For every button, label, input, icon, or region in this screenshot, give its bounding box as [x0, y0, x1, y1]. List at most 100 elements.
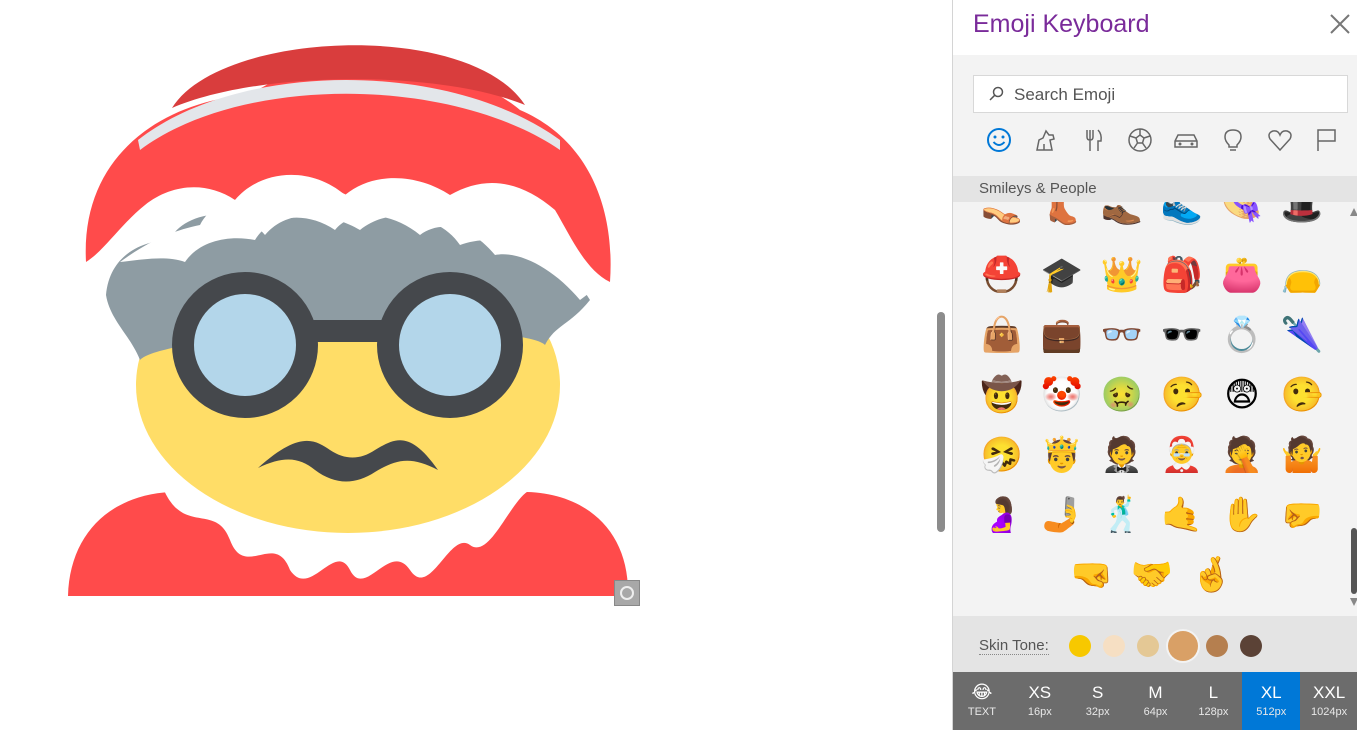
size-s-button[interactable]: S 32px — [1069, 672, 1127, 730]
emoji-cell[interactable]: 🤴 — [1037, 430, 1087, 480]
emoji-cell[interactable]: ⛑️ — [977, 250, 1027, 300]
mrs-claus-emoji-image[interactable] — [0, 0, 700, 620]
size-m-button[interactable]: M 64px — [1127, 672, 1185, 730]
emoji-cell[interactable]: 🤰 — [977, 490, 1027, 540]
skin-tone-swatch-medium-light[interactable] — [1137, 635, 1159, 657]
emoji-cell[interactable]: ✋ — [1217, 490, 1267, 540]
image-resize-handle[interactable] — [614, 580, 640, 606]
size-sub-label: 64px — [1143, 706, 1168, 718]
emoji-grid: 👡 👢 👞 👟 👒 🎩 ⛑️ 🎓 👑 🎒 👛 👝 👜 💼 👓 🕶️ 💍 🌂 🤠 — [973, 202, 1333, 616]
flag-icon — [1317, 129, 1336, 151]
panel-header: Emoji Keyboard — [953, 0, 1357, 55]
skin-tone-bar: Skin Tone: — [953, 616, 1357, 672]
size-xl-button[interactable]: XL 512px — [1242, 672, 1301, 730]
section-header: Smileys & People — [953, 176, 1357, 202]
skin-tone-swatch-dark[interactable] — [1240, 635, 1262, 657]
search-box[interactable] — [973, 75, 1348, 113]
emoji-cell[interactable]: 🤵 — [1097, 430, 1147, 480]
emoji-cell[interactable]: 🤦 — [1217, 430, 1267, 480]
emoji-cell[interactable]: 👟 — [1157, 202, 1207, 232]
skin-tone-swatch-light[interactable] — [1103, 635, 1125, 657]
emoji-cell[interactable]: 🤞 — [1187, 550, 1237, 600]
emoji-cell[interactable]: 🤝 — [1127, 550, 1177, 600]
size-label: XXL — [1313, 683, 1346, 702]
category-tabs — [983, 124, 1343, 158]
tab-travel[interactable] — [1170, 124, 1202, 156]
emoji-row: ⛑️ 🎓 👑 🎒 👛 👝 — [973, 250, 1333, 300]
emoji-cell[interactable]: 😨 — [1217, 370, 1267, 420]
size-label: M — [1148, 683, 1163, 702]
tab-symbols[interactable] — [1264, 124, 1296, 156]
soccer-ball-icon — [1127, 128, 1152, 152]
emoji-cell[interactable]: 🤙 — [1157, 490, 1207, 540]
grid-scroll-down-arrow[interactable] — [1350, 598, 1357, 606]
emoji-row: 👜 💼 👓 🕶️ 💍 🌂 — [973, 310, 1333, 360]
size-sub-label: 32px — [1085, 706, 1110, 718]
emoji-cell[interactable]: 🤛 — [1277, 490, 1327, 540]
emoji-row: 🤧 🤴 🤵 🤶 🤦 🤷 — [973, 430, 1333, 480]
emoji-cell[interactable]: 🤧 — [977, 430, 1027, 480]
size-sub-label: 128px — [1198, 706, 1229, 718]
size-text-button[interactable]: 😂 TEXT — [953, 672, 1011, 730]
emoji-cell[interactable]: 👡 — [977, 202, 1027, 232]
emoji-cell[interactable]: 🤡 — [1037, 370, 1087, 420]
grid-scrollbar-thumb[interactable] — [1351, 528, 1357, 594]
size-sub-label: TEXT — [967, 706, 996, 718]
tab-animals[interactable] — [1030, 124, 1062, 156]
skin-tone-swatch-medium-dark[interactable] — [1206, 635, 1228, 657]
tab-food[interactable] — [1077, 124, 1109, 156]
emoji-row: 🤠 🤡 🤢 🤥 😨 🤥 — [973, 370, 1333, 420]
emoji-cell[interactable]: 🤢 — [1097, 370, 1147, 420]
emoji-cell[interactable]: 🎒 — [1157, 250, 1207, 300]
laughing-emoji-icon: 😂 — [971, 682, 993, 703]
size-xs-button[interactable]: XS 16px — [1011, 672, 1069, 730]
grid-scroll-up-arrow[interactable] — [1350, 208, 1357, 216]
emoji-cell[interactable]: 🎓 — [1037, 250, 1087, 300]
emoji-cell[interactable]: 👛 — [1217, 250, 1267, 300]
tab-objects[interactable] — [1217, 124, 1249, 156]
smiley-icon — [987, 128, 1011, 152]
size-l-button[interactable]: L 128px — [1184, 672, 1242, 730]
emoji-cell[interactable]: 👢 — [1037, 202, 1087, 232]
emoji-cell[interactable]: 💍 — [1217, 310, 1267, 360]
emoji-cell[interactable]: 💼 — [1037, 310, 1087, 360]
emoji-cell[interactable]: 🌂 — [1277, 310, 1327, 360]
skin-tone-swatch-medium[interactable] — [1168, 631, 1198, 661]
search-icon — [989, 86, 1004, 101]
emoji-cell[interactable]: 👒 — [1217, 202, 1267, 232]
emoji-cell[interactable]: 👓 — [1097, 310, 1147, 360]
emoji-cell[interactable]: 🤳 — [1037, 490, 1087, 540]
emoji-cell[interactable]: 🤠 — [977, 370, 1027, 420]
close-button[interactable] — [1326, 10, 1354, 38]
canvas-scrollbar[interactable] — [937, 312, 945, 532]
emoji-row: 👡 👢 👞 👟 👒 🎩 — [973, 202, 1333, 232]
fork-knife-icon — [1085, 129, 1102, 151]
emoji-cell[interactable]: 🤶 — [1157, 430, 1207, 480]
skin-tone-label: Skin Tone: — [979, 637, 1049, 655]
emoji-cell[interactable]: 🤥 — [1157, 370, 1207, 420]
emoji-keyboard-panel: Emoji Keyboard Search Emoji Smileys & Pe… — [952, 0, 1357, 730]
emoji-cell[interactable]: 👑 — [1097, 250, 1147, 300]
emoji-cell[interactable]: 🤷 — [1277, 430, 1327, 480]
emoji-cell[interactable]: 🕺 — [1097, 490, 1147, 540]
tab-flags[interactable] — [1311, 124, 1343, 156]
skin-tone-swatch-default[interactable] — [1069, 635, 1091, 657]
emoji-cell[interactable]: 🕶️ — [1157, 310, 1207, 360]
right-lens — [377, 272, 523, 418]
tab-activity[interactable] — [1124, 124, 1156, 156]
emoji-cell[interactable]: 👞 — [1097, 202, 1147, 232]
emoji-cell[interactable]: 🎩 — [1277, 202, 1327, 232]
size-label: L — [1208, 683, 1219, 702]
tab-smileys[interactable] — [983, 124, 1015, 156]
glasses-bridge — [305, 320, 390, 342]
emoji-cell[interactable]: 🤜 — [1067, 550, 1117, 600]
emoji-cell[interactable]: 👝 — [1277, 250, 1327, 300]
size-label: XS — [1028, 683, 1052, 702]
emoji-cell[interactable]: 🤥 — [1277, 370, 1327, 420]
size-xxl-button[interactable]: XXL 1024px — [1300, 672, 1357, 730]
size-sub-label: 512px — [1256, 706, 1287, 718]
emoji-cell[interactable]: 👜 — [977, 310, 1027, 360]
car-icon — [1174, 134, 1199, 148]
heart-icon — [1268, 130, 1292, 152]
search-input[interactable] — [1014, 82, 1334, 108]
